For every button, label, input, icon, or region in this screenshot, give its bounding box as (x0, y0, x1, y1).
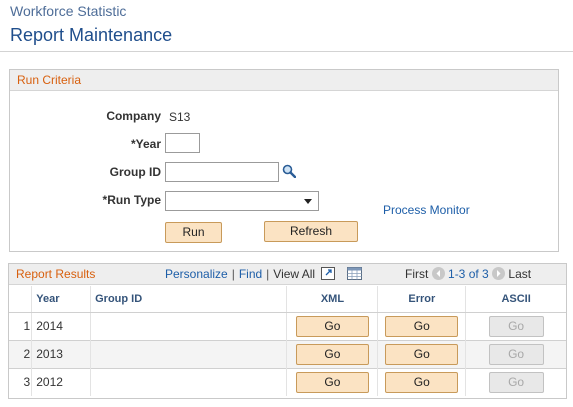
run-criteria-header: Run Criteria (10, 70, 558, 91)
table-header-row: Year Group ID XML Error ASCII (9, 286, 566, 313)
xml-cell: Go (286, 339, 378, 368)
xml-cell: Go (286, 367, 378, 396)
ascii-cell: Go (465, 367, 566, 396)
breadcrumb: Workforce Statistic (10, 3, 127, 19)
group-id-input[interactable] (165, 162, 279, 182)
error-cell: Go (377, 367, 466, 396)
column-header-year: Year (31, 286, 91, 313)
dropdown-arrow-icon (304, 199, 312, 204)
column-header-ascii: ASCII (465, 286, 566, 313)
error-go-button[interactable]: Go (385, 315, 459, 337)
row-number: 2 (9, 339, 32, 368)
run-criteria-section: Run Criteria Company S13 *Year Group ID … (9, 69, 559, 252)
year-label: *Year (130, 137, 161, 151)
error-go-button[interactable]: Go (385, 343, 459, 365)
table-row: 3 2012 Go Go Go (9, 367, 566, 396)
error-go-button[interactable]: Go (385, 371, 459, 393)
column-header-group-id: Group ID (90, 286, 287, 313)
row-number: 3 (9, 367, 32, 396)
row-number: 1 (9, 311, 32, 340)
column-header-xml: XML (286, 286, 378, 313)
grid-pager: First 1-3 of 3 Last (405, 267, 531, 281)
lookup-icon[interactable] (282, 164, 297, 181)
table-row: 1 2014 Go Go Go (9, 311, 566, 340)
ascii-go-button: Go (488, 343, 544, 365)
title-divider (0, 51, 573, 52)
previous-icon[interactable] (431, 267, 445, 280)
group-id-cell (90, 339, 287, 368)
group-id-cell (90, 367, 287, 396)
year-input[interactable] (165, 133, 200, 153)
xml-go-button[interactable]: Go (295, 371, 369, 393)
year-cell: 2013 (31, 339, 91, 368)
nav-separator: | (266, 267, 270, 281)
find-link[interactable]: Find (239, 267, 262, 281)
ascii-go-button: Go (488, 371, 544, 393)
xml-cell: Go (286, 311, 378, 340)
grid-toolbar: Personalize | Find | View All (165, 267, 362, 281)
year-cell: 2014 (31, 311, 91, 340)
year-cell: 2012 (31, 367, 91, 396)
error-cell: Go (377, 339, 466, 368)
ascii-cell: Go (465, 311, 566, 340)
group-id-label: Group ID (109, 165, 161, 179)
process-monitor-link[interactable]: Process Monitor (383, 203, 470, 217)
report-results-title: Report Results (16, 267, 96, 281)
download-grid-icon[interactable] (346, 267, 362, 281)
run-type-label: *Run Type (102, 193, 161, 207)
run-button[interactable]: Run (165, 222, 222, 243)
personalize-link[interactable]: Personalize (165, 267, 228, 281)
zoom-grid-icon[interactable] (321, 267, 338, 281)
ascii-cell: Go (465, 339, 566, 368)
ascii-go-button: Go (488, 315, 544, 337)
last-link: Last (508, 267, 532, 281)
view-all-link[interactable]: View All (273, 267, 315, 281)
xml-go-button[interactable]: Go (295, 343, 369, 365)
company-value: S13 (169, 110, 191, 124)
refresh-button[interactable]: Refresh (264, 221, 358, 242)
next-icon[interactable] (492, 267, 506, 280)
company-label: Company (106, 109, 161, 123)
run-type-select[interactable] (165, 191, 319, 211)
row-number-header (9, 286, 32, 313)
error-cell: Go (377, 311, 466, 340)
report-results-table: Year Group ID XML Error ASCII 1 2014 Go … (9, 286, 566, 396)
group-id-cell (90, 311, 287, 340)
page-range: 1-3 of 3 (448, 267, 489, 281)
column-header-error: Error (377, 286, 466, 313)
first-link: First (405, 267, 429, 281)
table-row: 2 2013 Go Go Go (9, 339, 566, 368)
report-results-section: Report Results Personalize | Find | View All… (8, 263, 567, 399)
xml-go-button[interactable]: Go (295, 315, 369, 337)
nav-separator: | (231, 267, 235, 281)
page-title: Report Maintenance (10, 25, 173, 45)
